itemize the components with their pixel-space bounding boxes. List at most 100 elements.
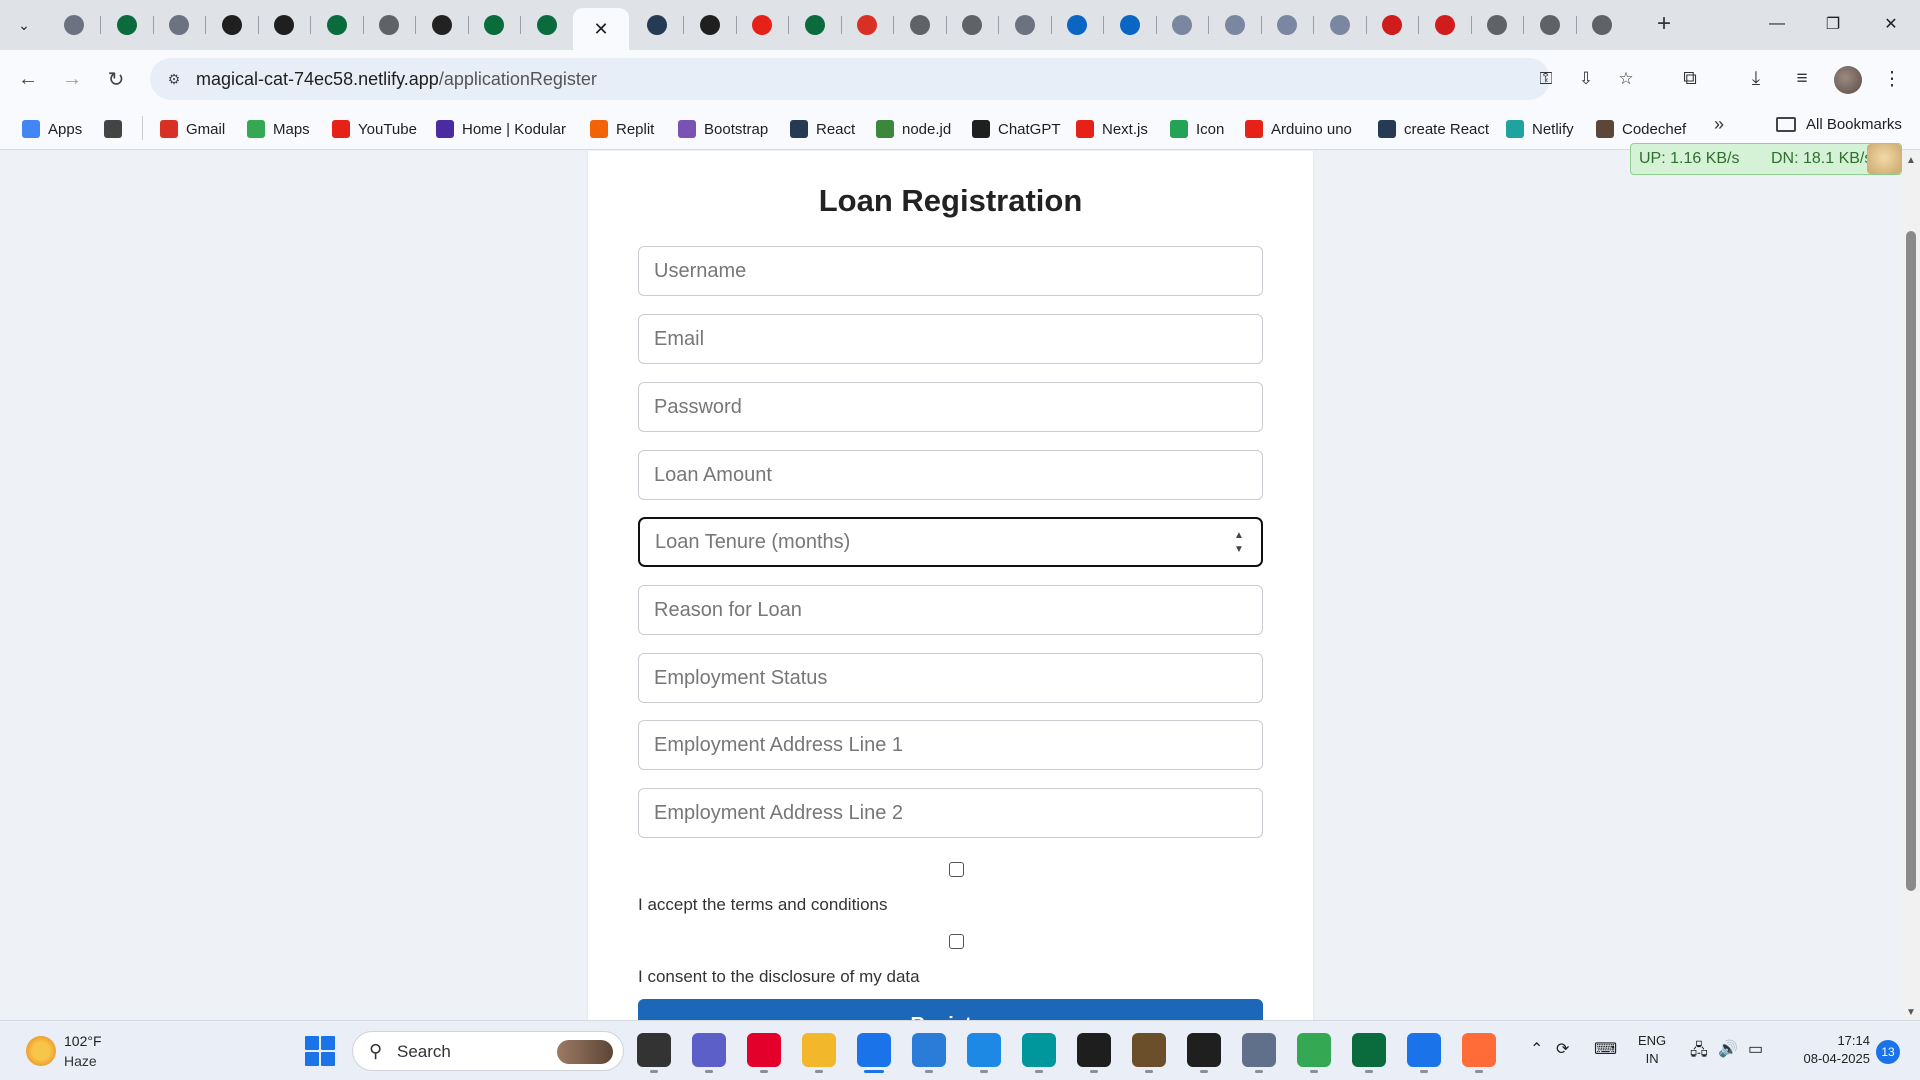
password-key-icon[interactable]: ⚿: [1534, 68, 1558, 90]
settings-icon[interactable]: [1242, 1033, 1276, 1073]
bookmark-item[interactable]: Maps: [247, 116, 310, 142]
tab[interactable]: [1156, 8, 1208, 42]
downloads-icon[interactable]: ⤓: [1740, 63, 1772, 95]
extensions-icon[interactable]: ⧉: [1674, 63, 1706, 95]
close-window-button[interactable]: ✕: [1868, 8, 1914, 40]
employment-address-line2-field[interactable]: [638, 788, 1263, 838]
tab[interactable]: [1366, 8, 1418, 42]
bookmark-item[interactable]: node.jd: [876, 116, 951, 142]
tab[interactable]: [1314, 8, 1366, 42]
register-button[interactable]: Register: [638, 999, 1263, 1020]
address-bar[interactable]: ⚙ magical-cat-74ec58.netlify.app/applica…: [150, 58, 1634, 100]
weather-sun-icon[interactable]: [26, 1036, 56, 1066]
close-icon[interactable]: ✕: [593, 19, 608, 40]
task-view-icon[interactable]: [637, 1033, 671, 1073]
new-tab-button[interactable]: +: [1650, 10, 1678, 38]
employment-address-line1-field[interactable]: [638, 720, 1263, 770]
bookmark-item[interactable]: Next.js: [1076, 116, 1148, 142]
bookmark-item[interactable]: Home | Kodular: [436, 116, 566, 142]
mongodb-icon[interactable]: [1352, 1033, 1386, 1073]
system-clock[interactable]: 17:14 08-04-2025: [1788, 1032, 1871, 1068]
tab[interactable]: [736, 8, 788, 42]
spinner-up-icon[interactable]: ▲: [1234, 531, 1244, 541]
install-app-icon[interactable]: ⇩: [1574, 68, 1598, 90]
bookmark-item[interactable]: Arduino uno: [1245, 116, 1352, 142]
tab[interactable]: [1261, 8, 1313, 42]
tab[interactable]: [416, 8, 468, 42]
all-bookmarks-button[interactable]: All Bookmarks: [1776, 116, 1902, 133]
chrome-icon[interactable]: [1407, 1033, 1441, 1073]
chrome-icon[interactable]: [1297, 1033, 1331, 1073]
loan-amount-field[interactable]: [638, 450, 1263, 500]
tab[interactable]: [521, 8, 573, 42]
taskbar-search[interactable]: ⚲ Search: [352, 1031, 624, 1071]
weather-condition[interactable]: Haze: [64, 1053, 97, 1069]
sync-icon[interactable]: ⟳: [1556, 1039, 1569, 1059]
store-icon[interactable]: [912, 1033, 946, 1073]
tab[interactable]: [311, 8, 363, 42]
show-hidden-icons-icon[interactable]: ⌃: [1530, 1039, 1543, 1059]
scroll-up-icon[interactable]: ▲: [1906, 155, 1916, 166]
employment-status-field[interactable]: [638, 653, 1263, 703]
restore-button[interactable]: ❐: [1810, 8, 1856, 40]
email-field[interactable]: [638, 314, 1263, 364]
keyboard-icon[interactable]: ⌨: [1594, 1039, 1617, 1059]
bookmark-star-icon[interactable]: ☆: [1614, 68, 1638, 90]
bookmark-item[interactable]: ChatGPT: [972, 116, 1061, 142]
tab[interactable]: [1419, 8, 1471, 42]
reload-button[interactable]: ↻: [100, 63, 132, 95]
tab[interactable]: [1576, 8, 1628, 42]
opera-icon[interactable]: [747, 1033, 781, 1073]
bookmark-item[interactable]: Apps: [22, 116, 82, 142]
terms-checkbox[interactable]: [949, 862, 964, 877]
forward-button[interactable]: →: [56, 63, 88, 95]
postman-icon[interactable]: [1462, 1033, 1496, 1073]
tab[interactable]: [206, 8, 258, 42]
spinner-down-icon[interactable]: ▼: [1234, 545, 1244, 555]
back-button[interactable]: ←: [12, 63, 44, 95]
tab[interactable]: [153, 8, 205, 42]
network-icon[interactable]: 🖧: [1690, 1039, 1708, 1066]
start-button[interactable]: [305, 1036, 335, 1066]
scrollbar-thumb[interactable]: [1906, 231, 1916, 891]
tab[interactable]: [363, 8, 415, 42]
minimize-button[interactable]: —: [1754, 8, 1800, 40]
url-text[interactable]: magical-cat-74ec58.netlify.app/applicati…: [196, 69, 597, 90]
tab[interactable]: [789, 8, 841, 42]
volume-icon[interactable]: 🔊: [1718, 1039, 1738, 1059]
language-indicator[interactable]: ENG IN: [1638, 1032, 1666, 1068]
bookmark-item[interactable]: Bootstrap: [678, 116, 768, 142]
openai-icon[interactable]: [1187, 1033, 1221, 1073]
username-field[interactable]: [638, 246, 1263, 296]
battery-icon[interactable]: ▭: [1748, 1039, 1763, 1059]
tab[interactable]: [946, 8, 998, 42]
figma-icon[interactable]: [1077, 1033, 1111, 1073]
chrome-icon[interactable]: [857, 1033, 891, 1073]
tab[interactable]: [1471, 8, 1523, 42]
file-explorer-icon[interactable]: [802, 1033, 836, 1073]
bookmark-item[interactable]: [104, 116, 130, 142]
tab[interactable]: [258, 8, 310, 42]
password-field[interactable]: [638, 382, 1263, 432]
number-spinner-icon[interactable]: ▲ ▼: [1233, 531, 1245, 555]
scroll-down-icon[interactable]: ▼: [1906, 1007, 1916, 1018]
tab[interactable]: [468, 8, 520, 42]
tab-active[interactable]: ✕: [573, 8, 629, 50]
tab[interactable]: [894, 8, 946, 42]
loan-tenure-field[interactable]: Loan Tenure (months) ▲ ▼: [638, 517, 1263, 567]
tab[interactable]: [841, 8, 893, 42]
bookmark-item[interactable]: create React: [1378, 116, 1489, 142]
tab[interactable]: [684, 8, 736, 42]
notification-badge[interactable]: 13: [1876, 1040, 1900, 1064]
tab[interactable]: [1104, 8, 1156, 42]
page-scrollbar[interactable]: ▲ ▼: [1902, 151, 1920, 1020]
arduino-icon[interactable]: [1022, 1033, 1056, 1073]
bookmark-item[interactable]: Gmail: [160, 116, 225, 142]
profile-avatar[interactable]: [1834, 66, 1862, 94]
consent-checkbox[interactable]: [949, 934, 964, 949]
site-info-icon[interactable]: ⚙: [164, 69, 184, 89]
media-control-icon[interactable]: ≡: [1786, 63, 1818, 95]
bookmark-item[interactable]: React: [790, 116, 855, 142]
tab[interactable]: [1524, 8, 1576, 42]
tab[interactable]: [631, 8, 683, 42]
